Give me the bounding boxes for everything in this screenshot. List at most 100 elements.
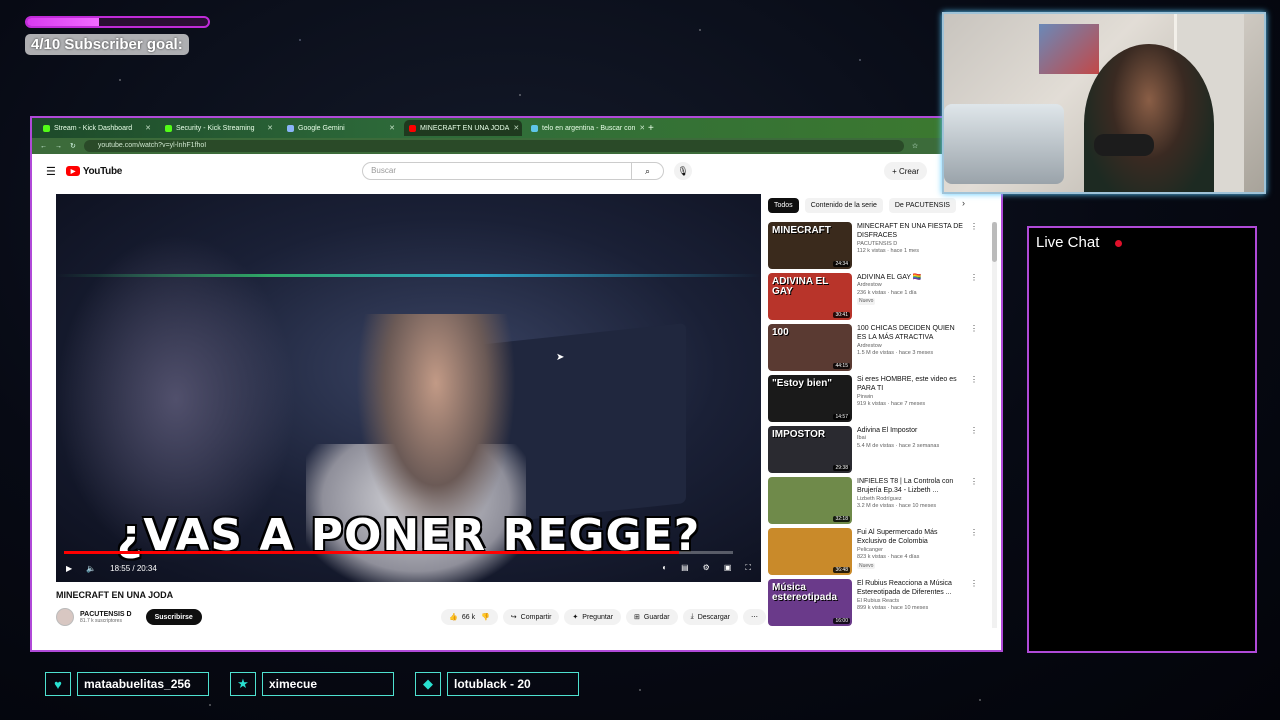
recommendation-channel[interactable]: Ardrestow	[857, 343, 965, 350]
subscriber-goal-bar	[25, 16, 210, 28]
subscribe-button[interactable]: Suscribirse	[145, 609, 202, 625]
create-button[interactable]: + Crear	[884, 162, 927, 180]
like-count: 66 k	[461, 613, 476, 621]
recommendation-channel[interactable]: Pinwin	[857, 394, 965, 401]
play-icon[interactable]: ▶	[66, 564, 72, 573]
recommendation-item[interactable]: 36:48 Fui Al Supermercado Más Exclusivo d…	[768, 528, 978, 579]
microphone-icon[interactable]: 🎙	[674, 162, 693, 180]
close-tab-icon[interactable]: ✕	[513, 124, 519, 132]
thumbs-down-icon[interactable]: 👎	[479, 613, 490, 621]
recommendation-channel[interactable]: El Rubius Reacts	[857, 598, 965, 605]
sidebar-scrollbar[interactable]	[992, 222, 997, 628]
chip-channel[interactable]: De PACUTENSIS	[888, 198, 956, 213]
recommendation-title[interactable]: El Rubius Reacciona a Música Estereotipa…	[857, 579, 965, 598]
chevron-right-icon[interactable]: ›	[962, 198, 965, 213]
recommendation-title[interactable]: MINECRAFT EN UNA FIESTA DE DISFRACES	[857, 222, 965, 241]
recommendation-channel[interactable]: PACUTENSIS D	[857, 241, 965, 248]
recommendation-channel[interactable]: Pelicanger	[857, 547, 965, 554]
ask-button[interactable]: ✦ Preguntar	[564, 609, 622, 625]
recommendation-thumbnail[interactable]: ADIVINA EL GAY 30:41	[768, 273, 852, 320]
scrollbar-thumb[interactable]	[992, 222, 997, 262]
forward-icon[interactable]: →	[55, 143, 62, 150]
recommendation-title[interactable]: ADIVINA EL GAY 🏳️‍🌈	[857, 273, 965, 282]
recommendation-item[interactable]: ADIVINA EL GAY 30:41 ADIVINA EL GAY 🏳️‍🌈 Ar…	[768, 273, 978, 324]
tab-kick-security[interactable]: Security - Kick Streaming ✕	[160, 120, 278, 136]
miniplayer-icon[interactable]: ▣	[724, 563, 732, 573]
more-options-icon[interactable]: ⋮	[970, 273, 978, 324]
recommendation-title[interactable]: INFIELES T8 | La Controla con Brujería E…	[857, 477, 965, 496]
recommendation-item[interactable]: 100 44:15 100 CHICAS DECIDEN QUIEN ES LA M…	[768, 324, 978, 375]
close-tab-icon[interactable]: ✕	[389, 124, 395, 132]
close-tab-icon[interactable]: ✕	[267, 124, 273, 132]
sparkle-icon: ✦	[572, 614, 579, 621]
recommendation-item[interactable]: Música estereotipada 16:00 El Rubius Reacc…	[768, 579, 978, 630]
recommendation-channel[interactable]: Lizbeth Rodríguez	[857, 496, 965, 503]
autoplay-toggle-icon[interactable]: ◐	[662, 563, 667, 573]
more-options-icon[interactable]: ⋮	[970, 528, 978, 579]
more-options-icon[interactable]: ⋮	[970, 477, 978, 528]
subtitles-icon[interactable]: ▤	[681, 563, 689, 573]
tab-youtube-video[interactable]: MINECRAFT EN UNA JODA ✕	[404, 120, 522, 136]
tab-kick-dashboard[interactable]: Stream - Kick Dashboard ✕	[38, 120, 156, 136]
video-player[interactable]: ¿VAS A PONER REGGE? ➤ ▶ 🔈 18:55 / 20:34 …	[56, 194, 761, 582]
more-options-icon[interactable]: ⋮	[970, 222, 978, 273]
recommendation-title[interactable]: 100 CHICAS DECIDEN QUIEN ES LA MÁS ATRAC…	[857, 324, 965, 343]
recommendation-title[interactable]: Fui Al Supermercado Más Exclusivo de Col…	[857, 528, 965, 547]
more-options-icon[interactable]: ⋮	[970, 324, 978, 375]
close-tab-icon[interactable]: ✕	[639, 124, 644, 132]
recommendation-title[interactable]: Adivina El Impostor	[857, 426, 965, 435]
recommendation-thumbnail[interactable]: 100 44:15	[768, 324, 852, 371]
download-button[interactable]: ⤓ Descargar	[682, 609, 738, 625]
save-button[interactable]: ⊞ Guardar	[626, 609, 678, 625]
recommendation-channel[interactable]: Ardrestow	[857, 282, 965, 289]
channel-row: PACUTENSIS D 81.7 k suscriptores Suscrib…	[56, 606, 766, 628]
gemini-favicon-icon	[287, 124, 294, 132]
url-field[interactable]: youtube.com/watch?v=yl-lnhF1fhoI	[83, 140, 904, 152]
share-button[interactable]: ↪ Compartir	[502, 609, 560, 625]
recommendation-thumbnail[interactable]: MINECRAFT 24:34	[768, 222, 852, 269]
video-time: 18:55 / 20:34	[110, 563, 157, 573]
recommendation-thumbnail[interactable]: Música estereotipada 16:00	[768, 579, 852, 626]
duration-badge: 14:57	[833, 414, 850, 420]
search-input[interactable]: Buscar	[362, 162, 633, 180]
bookmark-icon[interactable]: ☆	[912, 142, 918, 150]
recommendation-meta: 823 k vistas · hace 4 días	[857, 554, 920, 561]
channel-name[interactable]: PACUTENSIS D	[80, 611, 132, 618]
recommendation-item[interactable]: "Estoy bien" 14:57 Si eres HOMBRE, este vi…	[768, 375, 978, 426]
credit-name: ximecue	[262, 672, 394, 696]
more-options-icon[interactable]: ⋮	[970, 426, 978, 477]
tab-google-gemini[interactable]: Google Gemini ✕	[282, 120, 400, 136]
reload-icon[interactable]: ↻	[70, 142, 76, 150]
more-options-icon[interactable]: ⋮	[970, 579, 978, 630]
search-icon[interactable]: ⌕	[632, 162, 665, 180]
recommendation-thumbnail[interactable]: 32:18	[768, 477, 852, 524]
ask-label: Preguntar	[582, 613, 614, 621]
recommendation-thumbnail[interactable]: "Estoy bien" 14:57	[768, 375, 852, 422]
new-tab-icon[interactable]: +	[648, 123, 654, 134]
chip-series[interactable]: Contenido de la serie	[804, 198, 883, 213]
menu-icon[interactable]: ☰	[46, 165, 56, 178]
recommendation-item[interactable]: IMPOSTOR 29:38 Adivina El Impostor Ibai 5.4 …	[768, 426, 978, 477]
volume-icon[interactable]: 🔈	[86, 564, 96, 573]
recommendation-channel[interactable]: Ibai	[857, 435, 965, 442]
download-label: Descargar	[697, 613, 730, 621]
recommendation-item[interactable]: 32:18 INFIELES T8 | La Controla con Bruje…	[768, 477, 978, 528]
save-label: Guardar	[643, 613, 670, 621]
back-icon[interactable]: ←	[40, 143, 47, 150]
chip-all[interactable]: Todos	[768, 198, 799, 213]
close-tab-icon[interactable]: ✕	[145, 124, 151, 132]
recommendation-meta: 1.5 M de vistas · hace 3 meses	[857, 350, 934, 357]
recommendation-item[interactable]: MINECRAFT 24:34 MINECRAFT EN UNA FIESTA DE…	[768, 222, 978, 273]
fullscreen-icon[interactable]: ⛶	[745, 563, 751, 573]
recommendation-thumbnail[interactable]: 36:48	[768, 528, 852, 575]
channel-avatar[interactable]	[56, 608, 74, 626]
settings-icon[interactable]: ⚙	[703, 563, 710, 573]
tab-bing-search[interactable]: telo en argentina - Buscar con ✕	[526, 120, 644, 136]
like-button[interactable]: 👍 66 k 👎	[441, 609, 498, 625]
more-options-icon[interactable]: ⋮	[970, 375, 978, 426]
more-actions-icon[interactable]: ⋯	[743, 609, 766, 625]
youtube-logo[interactable]: ▶ YouTube	[65, 166, 122, 177]
recommendation-thumbnail[interactable]: IMPOSTOR 29:38	[768, 426, 852, 473]
recommendation-title[interactable]: Si eres HOMBRE, este video es PARA TI	[857, 375, 965, 394]
video-progress-bar[interactable]	[64, 551, 733, 554]
